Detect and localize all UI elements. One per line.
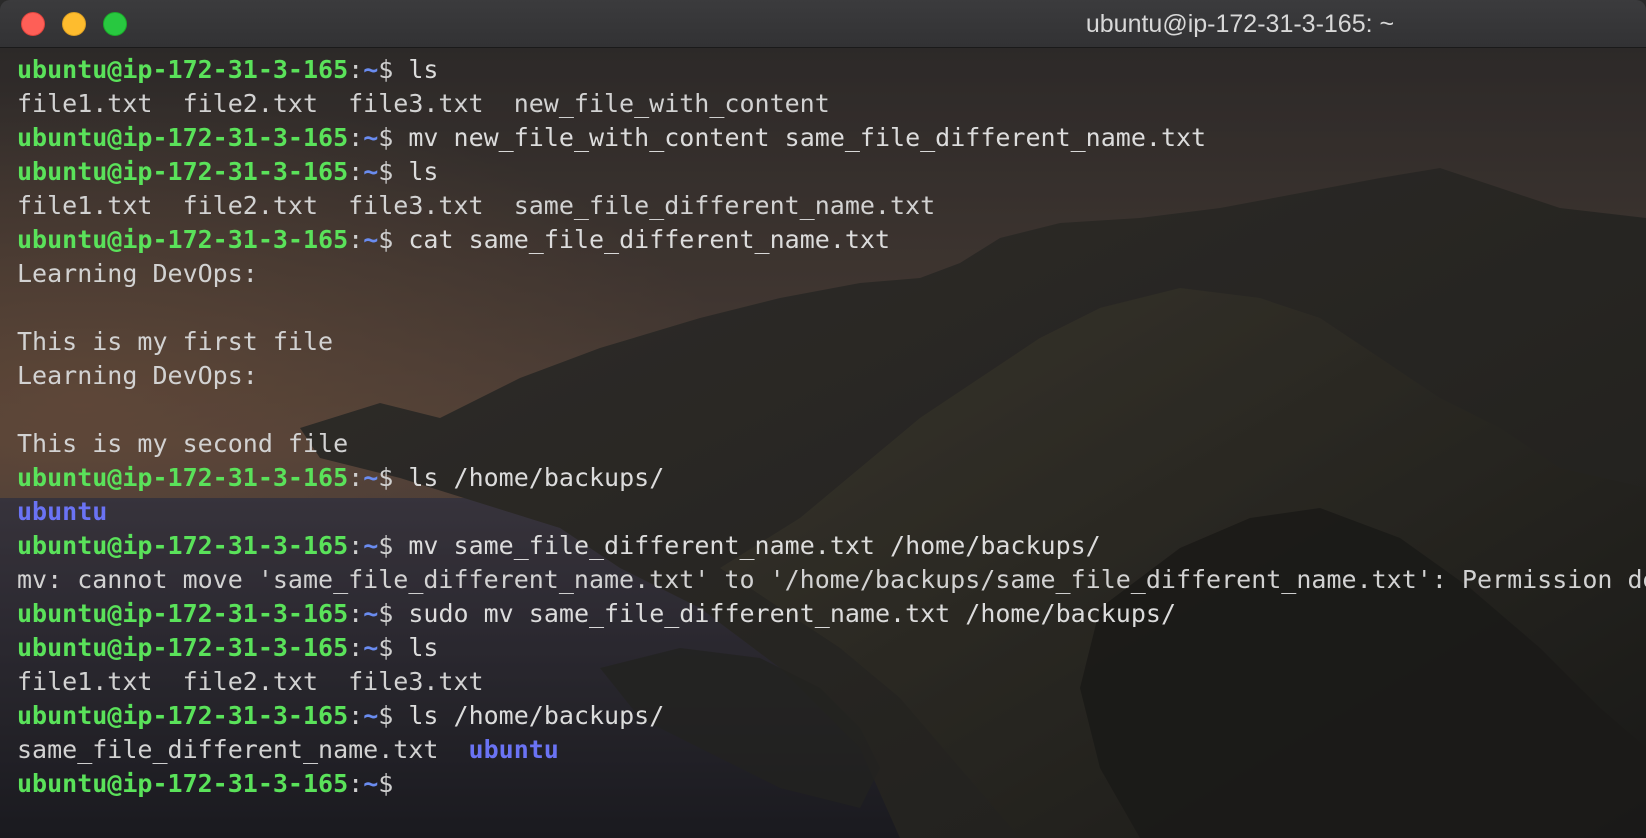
prompt-user-host: ubuntu@ip-172-31-3-165 xyxy=(17,633,349,662)
prompt-user-host: ubuntu@ip-172-31-3-165 xyxy=(17,463,349,492)
output-line: ubuntu xyxy=(17,495,1646,529)
prompt-separator: : xyxy=(348,157,364,186)
prompt-symbol: $ xyxy=(378,633,394,662)
prompt-symbol: $ xyxy=(378,701,394,730)
prompt-separator: : xyxy=(348,55,364,84)
terminal-window: ubuntu@ip-172-31-3-165: ~ ubuntu@ip-172-… xyxy=(0,0,1646,838)
prompt-line: ubuntu@ip-172-31-3-165:~$ sudo mv same_f… xyxy=(17,597,1646,631)
directory-entry: ubuntu xyxy=(17,497,108,526)
prompt-separator: : xyxy=(348,769,364,798)
command-text: mv same_file_different_name.txt /home/ba… xyxy=(393,531,1101,560)
prompt-user-host: ubuntu@ip-172-31-3-165 xyxy=(17,599,349,628)
prompt-user-host: ubuntu@ip-172-31-3-165 xyxy=(17,531,349,560)
prompt-path: ~ xyxy=(363,531,379,560)
prompt-symbol: $ xyxy=(378,463,394,492)
prompt-path: ~ xyxy=(363,123,379,152)
command-text: ls xyxy=(393,633,439,662)
output-line: This is my second file xyxy=(17,427,1646,461)
terminal-viewport[interactable]: ubuntu@ip-172-31-3-165:~$ ls file1.txt fi… xyxy=(0,48,1646,838)
output-text: mv: cannot move 'same_file_different_nam… xyxy=(17,565,1646,594)
prompt-line: ubuntu@ip-172-31-3-165:~$ mv same_file_d… xyxy=(17,529,1646,563)
prompt-user-host: ubuntu@ip-172-31-3-165 xyxy=(17,123,349,152)
prompt-line: ubuntu@ip-172-31-3-165:~$ xyxy=(17,767,1646,801)
prompt-line: ubuntu@ip-172-31-3-165:~$ ls xyxy=(17,155,1646,189)
directory-entry: ubuntu xyxy=(468,735,559,764)
prompt-separator: : xyxy=(348,225,364,254)
output-text: This is my second file xyxy=(17,429,349,458)
command-text: mv new_file_with_content same_file_diffe… xyxy=(393,123,1207,152)
output-line: Learning DevOps: xyxy=(17,257,1646,291)
maximize-button[interactable] xyxy=(103,12,127,36)
prompt-line: ubuntu@ip-172-31-3-165:~$ ls xyxy=(17,53,1646,87)
output-line: file1.txt file2.txt file3.txt xyxy=(17,665,1646,699)
output-text: This is my first file xyxy=(17,327,334,356)
output-text: file1.txt file2.txt file3.txt same_file_… xyxy=(17,191,936,220)
output-line: This is my first file xyxy=(17,325,1646,359)
prompt-line: ubuntu@ip-172-31-3-165:~$ mv new_file_wi… xyxy=(17,121,1646,155)
prompt-user-host: ubuntu@ip-172-31-3-165 xyxy=(17,701,349,730)
output-line: file1.txt file2.txt file3.txt new_file_w… xyxy=(17,87,1646,121)
prompt-symbol: $ xyxy=(378,157,394,186)
command-text: cat same_file_different_name.txt xyxy=(393,225,891,254)
prompt-user-host: ubuntu@ip-172-31-3-165 xyxy=(17,769,349,798)
prompt-separator: : xyxy=(348,123,364,152)
prompt-line: ubuntu@ip-172-31-3-165:~$ cat same_file_… xyxy=(17,223,1646,257)
prompt-line: ubuntu@ip-172-31-3-165:~$ ls /home/backu… xyxy=(17,699,1646,733)
prompt-path: ~ xyxy=(363,633,379,662)
prompt-separator: : xyxy=(348,463,364,492)
file-entry: same_file_different_name.txt xyxy=(17,735,469,764)
prompt-symbol: $ xyxy=(378,599,394,628)
prompt-user-host: ubuntu@ip-172-31-3-165 xyxy=(17,225,349,254)
output-line: mv: cannot move 'same_file_different_nam… xyxy=(17,563,1646,597)
prompt-separator: : xyxy=(348,531,364,560)
title-bar[interactable]: ubuntu@ip-172-31-3-165: ~ xyxy=(0,0,1646,48)
terminal-output[interactable]: ubuntu@ip-172-31-3-165:~$ ls file1.txt fi… xyxy=(17,53,1646,801)
prompt-path: ~ xyxy=(363,769,379,798)
prompt-symbol: $ xyxy=(378,123,394,152)
command-text: ls xyxy=(393,157,439,186)
prompt-line: ubuntu@ip-172-31-3-165:~$ ls /home/backu… xyxy=(17,461,1646,495)
prompt-line: ubuntu@ip-172-31-3-165:~$ ls xyxy=(17,631,1646,665)
minimize-button[interactable] xyxy=(62,12,86,36)
command-text: ls /home/backups/ xyxy=(393,463,665,492)
prompt-symbol: $ xyxy=(378,225,394,254)
prompt-path: ~ xyxy=(363,55,379,84)
output-text: file1.txt file2.txt file3.txt new_file_w… xyxy=(17,89,830,118)
prompt-path: ~ xyxy=(363,599,379,628)
output-text: file1.txt file2.txt file3.txt xyxy=(17,667,484,696)
prompt-separator: : xyxy=(348,633,364,662)
output-text: Learning DevOps: xyxy=(17,259,258,288)
output-line: same_file_different_name.txt ubuntu xyxy=(17,733,1646,767)
prompt-path: ~ xyxy=(363,463,379,492)
prompt-symbol: $ xyxy=(378,769,394,798)
command-text: ls /home/backups/ xyxy=(393,701,665,730)
output-line: file1.txt file2.txt file3.txt same_file_… xyxy=(17,189,1646,223)
command-text: sudo mv same_file_different_name.txt /ho… xyxy=(393,599,1176,628)
prompt-path: ~ xyxy=(363,701,379,730)
prompt-path: ~ xyxy=(363,225,379,254)
prompt-symbol: $ xyxy=(378,55,394,84)
output-text: Learning DevOps: xyxy=(17,361,258,390)
command-text: ls xyxy=(393,55,439,84)
prompt-user-host: ubuntu@ip-172-31-3-165 xyxy=(17,157,349,186)
output-line: Learning DevOps: xyxy=(17,359,1646,393)
prompt-user-host: ubuntu@ip-172-31-3-165 xyxy=(17,55,349,84)
prompt-separator: : xyxy=(348,701,364,730)
prompt-path: ~ xyxy=(363,157,379,186)
close-button[interactable] xyxy=(21,12,45,36)
prompt-separator: : xyxy=(348,599,364,628)
window-title: ubuntu@ip-172-31-3-165: ~ xyxy=(1085,10,1395,38)
prompt-symbol: $ xyxy=(378,531,394,560)
